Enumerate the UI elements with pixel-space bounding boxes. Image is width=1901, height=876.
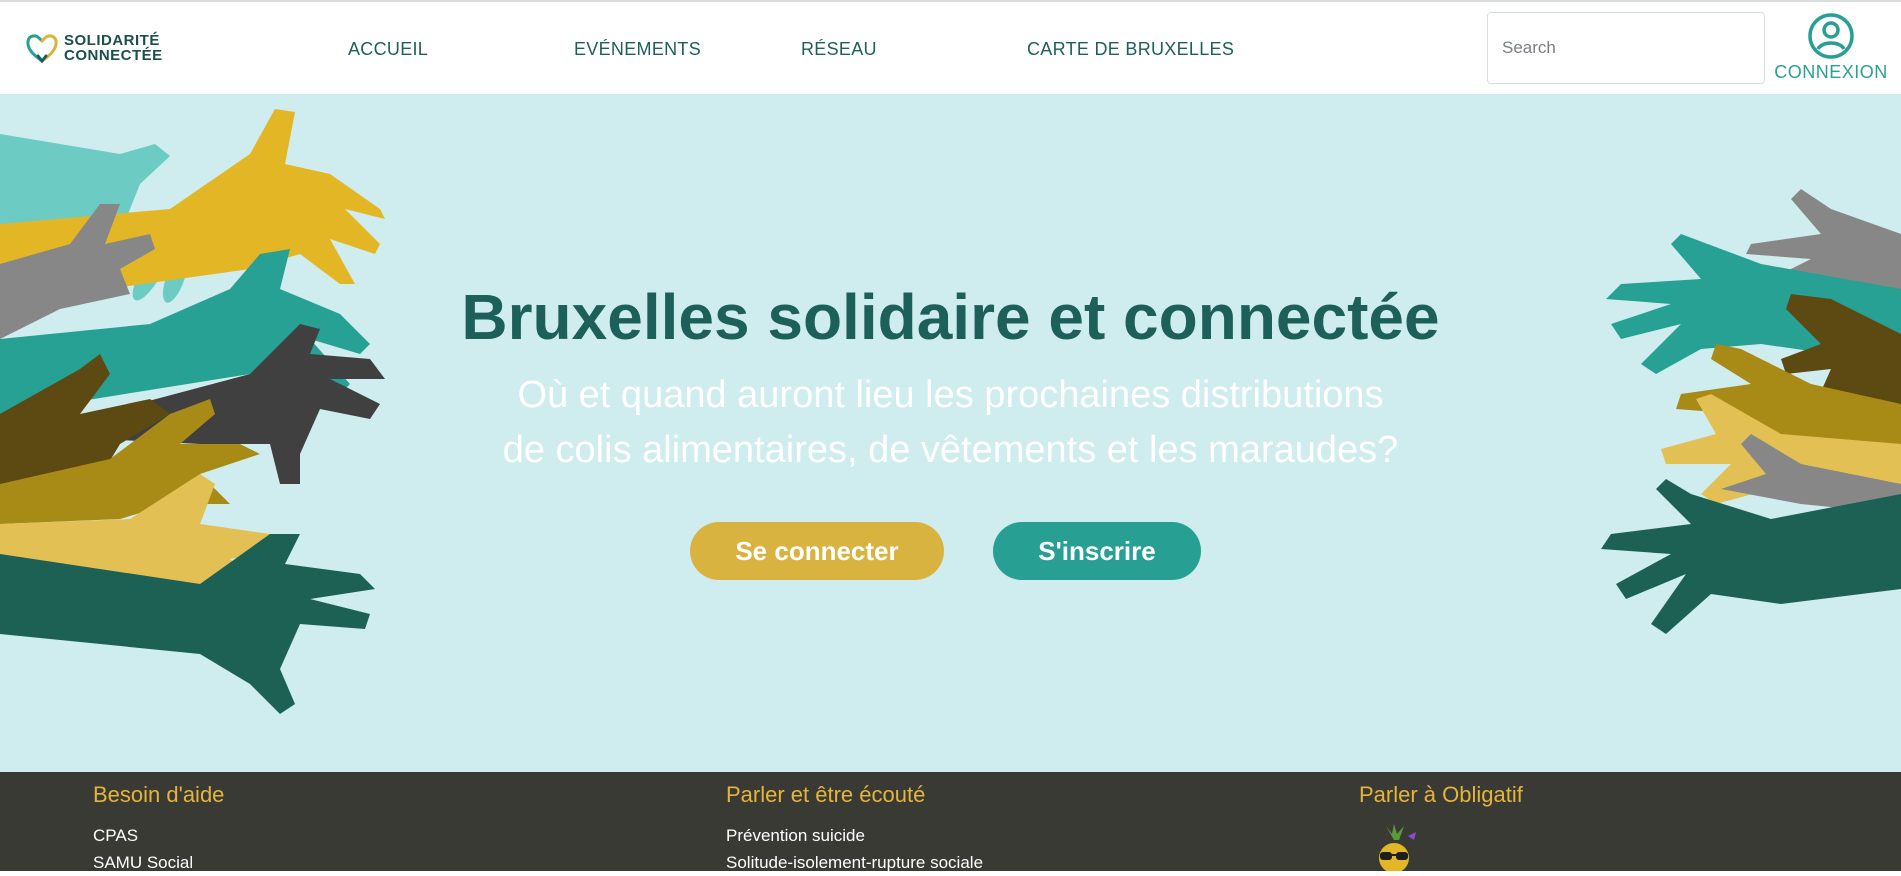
user-circle-icon xyxy=(1808,13,1854,59)
footer-link-cpas[interactable]: CPAS xyxy=(93,822,224,849)
heart-logo-icon xyxy=(26,34,58,64)
hero-subtitle-line2: de colis alimentaires, de vêtements et l… xyxy=(502,429,1399,471)
footer-link-solitude[interactable]: Solitude-isolement-rupture sociale xyxy=(726,849,983,876)
hero-banner: Bruxelles solidaire et connectée Où et q… xyxy=(0,94,1901,772)
brand-line1: SOLIDARITÉ xyxy=(64,32,160,49)
hero-subtitle: Où et quand auront lieu les prochaines d… xyxy=(0,368,1901,478)
login-button[interactable]: CONNEXION xyxy=(1772,10,1890,88)
nav-link-evenements[interactable]: EVÉNEMENTS xyxy=(574,39,701,60)
footer-col-obligatif: Parler à Obligatif xyxy=(1359,782,1523,822)
footer-col-talk: Parler et être écouté Prévention suicide… xyxy=(726,782,983,876)
hero-subtitle-line1: Où et quand auront lieu les prochaines d… xyxy=(517,374,1384,416)
footer-col-help: Besoin d'aide CPAS SAMU Social xyxy=(93,782,224,876)
footer: Besoin d'aide CPAS SAMU Social Parler et… xyxy=(0,772,1901,872)
footer-col-title: Parler et être écouté xyxy=(726,782,926,807)
search-input[interactable] xyxy=(1487,12,1765,84)
brand-name: SOLIDARITÉ CONNECTÉE xyxy=(64,33,163,63)
brand-logo[interactable]: SOLIDARITÉ CONNECTÉE xyxy=(24,28,174,68)
footer-col-title: Parler à Obligatif xyxy=(1359,782,1523,807)
footer-link-samu[interactable]: SAMU Social xyxy=(93,849,224,876)
brand-line2: CONNECTÉE xyxy=(64,47,163,64)
login-label: CONNEXION xyxy=(1774,62,1888,82)
se-connecter-button[interactable]: Se connecter xyxy=(690,522,944,580)
navbar: SOLIDARITÉ CONNECTÉE ACCUEIL EVÉNEMENTS … xyxy=(0,2,1901,94)
pineapple-mascot-icon[interactable] xyxy=(1368,824,1420,871)
hero-title: Bruxelles solidaire et connectée xyxy=(461,281,1440,353)
nav-link-carte[interactable]: CARTE DE BRUXELLES xyxy=(1027,39,1234,60)
nav-link-accueil[interactable]: ACCUEIL xyxy=(348,39,428,60)
footer-col-title: Besoin d'aide xyxy=(93,782,225,807)
sinscrire-button[interactable]: S'inscrire xyxy=(993,522,1201,580)
nav-link-reseau[interactable]: RÉSEAU xyxy=(801,39,877,60)
footer-link-prevention[interactable]: Prévention suicide xyxy=(726,822,983,849)
